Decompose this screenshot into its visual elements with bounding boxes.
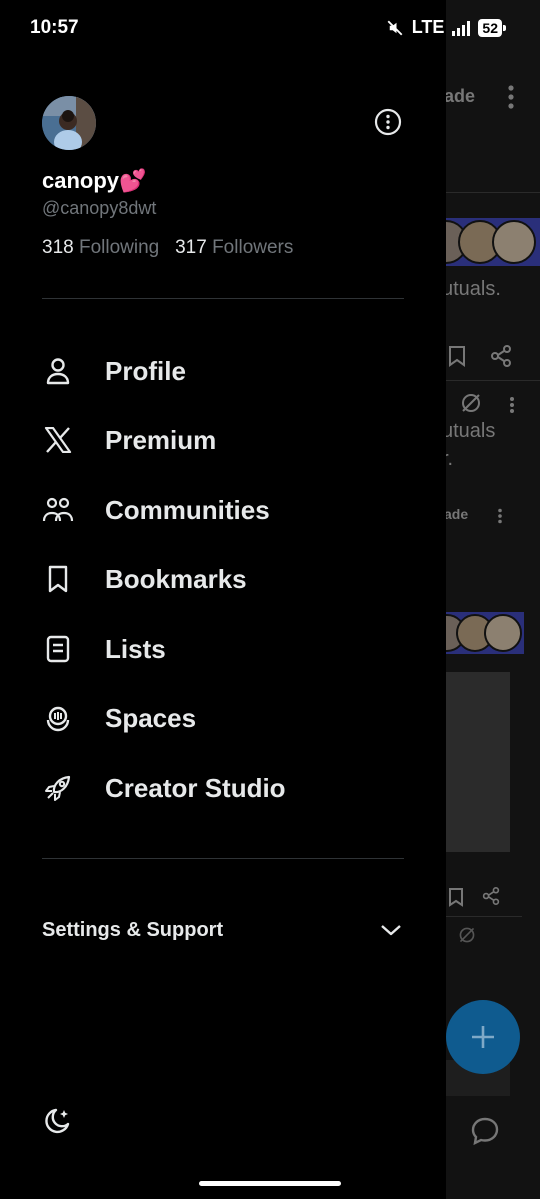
spaces-icon xyxy=(42,702,74,734)
share-icon xyxy=(491,345,511,367)
following-count: 318 xyxy=(42,237,74,258)
nav-label: Creator Studio xyxy=(105,772,286,803)
navigation-drawer: canopy💕 @canopy8dwt 318 Following 317 Fo… xyxy=(0,0,446,1199)
feed-divider xyxy=(446,380,540,381)
feed-snippet: utuals. xyxy=(446,278,501,300)
feed-divider xyxy=(446,192,540,193)
feed-snippet: ade xyxy=(446,506,469,522)
messages-icon[interactable] xyxy=(470,1116,500,1146)
nav-item-creator-studio[interactable]: Creator Studio xyxy=(42,763,422,813)
bookmark-icon xyxy=(42,563,74,595)
user-handle: @canopy8dwt xyxy=(42,198,157,218)
display-name[interactable]: canopy💕 xyxy=(42,168,146,194)
settings-label: Settings & Support xyxy=(42,919,224,941)
follow-stats: 318 Following 317 Followers xyxy=(42,237,293,259)
followers-label: Followers xyxy=(212,237,294,258)
status-icons: LTE 52 xyxy=(386,17,506,38)
chevron-down-icon xyxy=(381,925,401,936)
more-vertical-icon xyxy=(510,397,514,413)
person-icon xyxy=(42,355,74,387)
nav-label: Bookmarks xyxy=(105,563,247,594)
x-logo-icon xyxy=(42,424,74,456)
status-time: 10:57 xyxy=(30,17,79,38)
battery-icon: 52 xyxy=(478,18,506,37)
more-options-icon[interactable] xyxy=(374,108,402,136)
followers-link[interactable]: 317 Followers xyxy=(175,237,293,258)
nav-label: Profile xyxy=(105,355,186,386)
nav-label: Communities xyxy=(105,494,270,525)
compose-button[interactable] xyxy=(446,1000,520,1074)
bookmark-icon xyxy=(449,346,465,367)
avatar[interactable] xyxy=(42,96,96,150)
feed-avatar-group xyxy=(446,218,540,266)
feed-snippet: r. xyxy=(446,448,454,470)
followers-count: 317 xyxy=(175,237,207,258)
theme-toggle-icon[interactable] xyxy=(42,1106,72,1136)
network-label: LTE xyxy=(411,17,445,37)
settings-and-support-toggle[interactable]: Settings & Support xyxy=(42,915,404,949)
grok-icon xyxy=(459,927,475,943)
feed-image xyxy=(446,672,510,852)
nav-label: Spaces xyxy=(105,702,197,733)
bookmark-icon xyxy=(449,888,463,907)
divider xyxy=(42,858,404,859)
share-icon xyxy=(482,887,500,905)
nav-item-bookmarks[interactable]: Bookmarks xyxy=(42,554,422,604)
following-link[interactable]: 318 Following xyxy=(42,237,159,258)
feed-divider xyxy=(446,916,522,917)
plus-icon xyxy=(472,1026,494,1048)
list-icon xyxy=(42,633,74,665)
communities-icon xyxy=(42,494,74,526)
feed-snippet: utuals xyxy=(446,420,496,442)
more-vertical-icon xyxy=(498,508,502,524)
signal-icon xyxy=(452,20,471,36)
home-indicator[interactable] xyxy=(199,1181,341,1186)
nav-item-spaces[interactable]: Spaces xyxy=(42,693,422,743)
status-bar: 10:57 LTE 52 xyxy=(0,0,540,56)
more-vertical-icon xyxy=(508,85,514,109)
nav-label: Lists xyxy=(105,633,166,664)
divider xyxy=(42,298,404,299)
nav-item-premium[interactable]: Premium xyxy=(42,415,422,465)
nav-item-lists[interactable]: Lists xyxy=(42,624,422,674)
nav-label: Premium xyxy=(105,424,217,455)
grok-icon xyxy=(462,394,480,412)
mute-icon xyxy=(387,20,403,35)
feed-snippet: ade xyxy=(446,86,476,106)
nav-item-profile[interactable]: Profile xyxy=(42,346,422,396)
feed-avatar-group xyxy=(446,612,524,654)
following-label: Following xyxy=(78,237,160,258)
rocket-icon xyxy=(42,772,74,804)
nav-item-communities[interactable]: Communities xyxy=(42,485,422,535)
